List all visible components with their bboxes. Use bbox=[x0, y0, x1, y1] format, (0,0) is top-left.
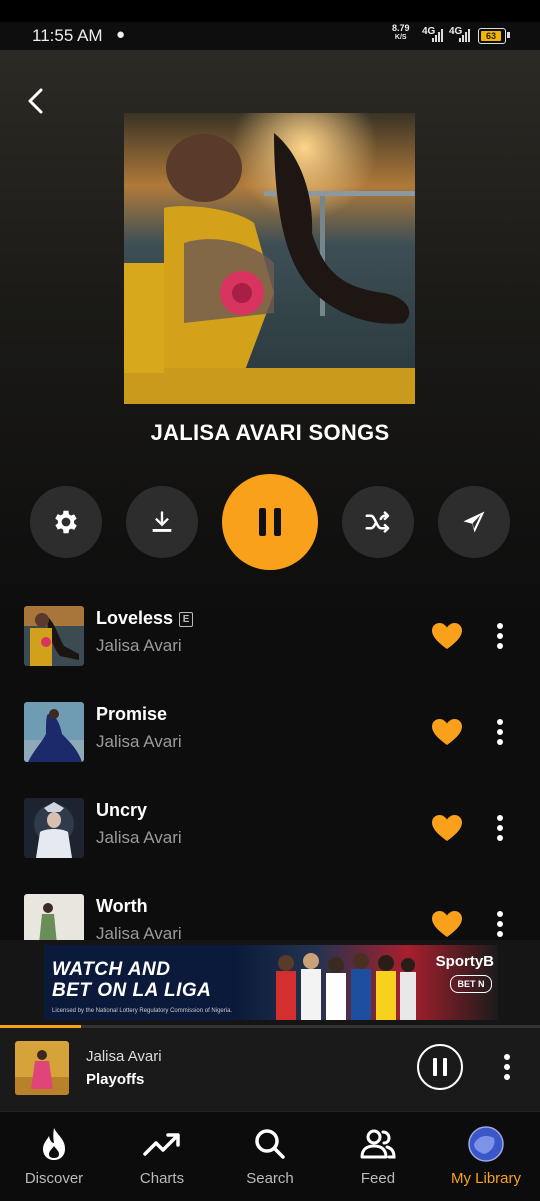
song-title: Uncry bbox=[96, 800, 148, 820]
more-options-button[interactable] bbox=[490, 908, 510, 940]
song-title: Promise bbox=[96, 704, 168, 724]
people-icon bbox=[360, 1129, 396, 1159]
playlist-cover-art bbox=[124, 113, 415, 404]
download-icon bbox=[152, 511, 172, 532]
net-speed: 8.79 K/S bbox=[392, 24, 410, 42]
song-title: Loveless E bbox=[96, 608, 194, 629]
playback-progress-fill bbox=[0, 1025, 81, 1028]
shuffle-icon bbox=[365, 511, 390, 533]
heart-icon bbox=[432, 719, 462, 745]
nav-charts[interactable]: Charts bbox=[108, 1112, 216, 1201]
net-speed-value: 8.79 bbox=[392, 23, 410, 33]
back-button[interactable] bbox=[20, 84, 54, 118]
more-vertical-icon bbox=[497, 815, 503, 841]
mini-player-artist: Jalisa Avari bbox=[86, 1048, 162, 1065]
chevron-left-icon bbox=[28, 88, 43, 114]
ad-brand: SportyB bbox=[435, 953, 494, 970]
like-button[interactable] bbox=[431, 814, 463, 842]
play-pause-button[interactable] bbox=[222, 474, 318, 570]
song-thumbnail bbox=[24, 894, 84, 940]
nav-feed-label: Feed bbox=[360, 1170, 396, 1187]
ad-fine-print: Licensed by the National Lottery Regulat… bbox=[52, 1008, 233, 1014]
heart-icon bbox=[432, 623, 462, 649]
heart-icon bbox=[432, 911, 462, 937]
bottom-navigation: Discover Charts Search Feed My Library bbox=[0, 1111, 540, 1201]
download-button[interactable] bbox=[126, 486, 198, 558]
song-artist: Jalisa Avari bbox=[96, 732, 182, 751]
more-vertical-icon bbox=[497, 719, 503, 745]
shuffle-button[interactable] bbox=[342, 486, 414, 558]
nav-discover[interactable]: Discover bbox=[0, 1112, 108, 1201]
ad-cta-button[interactable]: BET N bbox=[450, 975, 492, 993]
song-artist: Jalisa Avari bbox=[96, 636, 182, 655]
signal-bars-1-icon bbox=[432, 28, 446, 42]
list-item[interactable]: Worth Jalisa Avari bbox=[0, 894, 540, 940]
nav-my-library-label: My Library bbox=[450, 1170, 521, 1187]
chat-notification-icon: ● bbox=[116, 26, 126, 43]
nav-search[interactable]: Search bbox=[216, 1112, 324, 1201]
more-vertical-icon bbox=[504, 1054, 510, 1080]
like-button[interactable] bbox=[431, 910, 463, 938]
song-list: Loveless E Jalisa Avari Promise Jalisa Av… bbox=[0, 600, 540, 940]
ad-creative[interactable]: WATCH AND BET ON LA LIGA Licensed by the… bbox=[44, 945, 498, 1020]
pause-icon bbox=[259, 508, 281, 536]
ad-headline: WATCH AND BET ON LA LIGA bbox=[52, 959, 212, 1001]
more-options-button[interactable] bbox=[490, 812, 510, 844]
mini-player[interactable]: Jalisa Avari Playoffs bbox=[0, 1025, 540, 1111]
song-thumbnail bbox=[24, 702, 84, 762]
nav-charts-label: Charts bbox=[139, 1170, 185, 1187]
mini-player-thumbnail bbox=[15, 1041, 69, 1095]
top-band bbox=[0, 0, 540, 22]
song-artist: Jalisa Avari bbox=[96, 924, 182, 940]
battery-level: 63 bbox=[481, 31, 501, 41]
explicit-badge: E bbox=[179, 612, 194, 627]
playlist-title: JALISA AVARI SONGS bbox=[150, 420, 390, 445]
nav-my-library[interactable]: My Library bbox=[432, 1112, 540, 1201]
song-thumbnail bbox=[24, 798, 84, 858]
song-thumbnail bbox=[24, 606, 84, 666]
status-bar: 11:55 AM ● 8.79 K/S 4G 4G 63 bbox=[0, 22, 540, 50]
more-options-button[interactable] bbox=[490, 620, 510, 652]
trending-icon bbox=[143, 1133, 180, 1156]
more-vertical-icon bbox=[497, 623, 503, 649]
list-item[interactable]: Promise Jalisa Avari bbox=[0, 702, 540, 798]
like-button[interactable] bbox=[431, 622, 463, 650]
settings-button[interactable] bbox=[30, 486, 102, 558]
ad-players-image bbox=[276, 953, 416, 1020]
mini-player-track: Playoffs bbox=[86, 1071, 145, 1088]
more-vertical-icon bbox=[497, 911, 503, 937]
nav-discover-label: Discover bbox=[24, 1170, 84, 1187]
song-artist: Jalisa Avari bbox=[96, 828, 182, 847]
ad-banner[interactable]: WATCH AND BET ON LA LIGA Licensed by the… bbox=[0, 940, 540, 1025]
mini-pause-button[interactable] bbox=[417, 1044, 463, 1090]
nav-search-label: Search bbox=[246, 1170, 294, 1187]
signal-bars-2-icon bbox=[459, 28, 473, 42]
send-icon bbox=[463, 511, 485, 533]
list-item[interactable]: Uncry Jalisa Avari bbox=[0, 798, 540, 894]
status-time: 11:55 AM bbox=[32, 26, 103, 45]
song-title: Worth bbox=[96, 896, 148, 916]
nav-feed[interactable]: Feed bbox=[324, 1112, 432, 1201]
playback-progress[interactable] bbox=[0, 1025, 540, 1028]
gear-icon bbox=[55, 510, 77, 534]
pause-icon bbox=[433, 1058, 447, 1076]
net-speed-unit: K/S bbox=[394, 34, 407, 41]
heart-icon bbox=[432, 815, 462, 841]
flame-icon bbox=[43, 1128, 65, 1160]
avatar-icon bbox=[468, 1126, 504, 1162]
more-options-button[interactable] bbox=[490, 716, 510, 748]
search-icon bbox=[255, 1129, 285, 1159]
like-button[interactable] bbox=[431, 718, 463, 746]
share-button[interactable] bbox=[438, 486, 510, 558]
mini-more-button[interactable] bbox=[497, 1051, 517, 1083]
battery-icon: 63 bbox=[478, 28, 510, 44]
list-item[interactable]: Loveless E Jalisa Avari bbox=[0, 606, 540, 702]
